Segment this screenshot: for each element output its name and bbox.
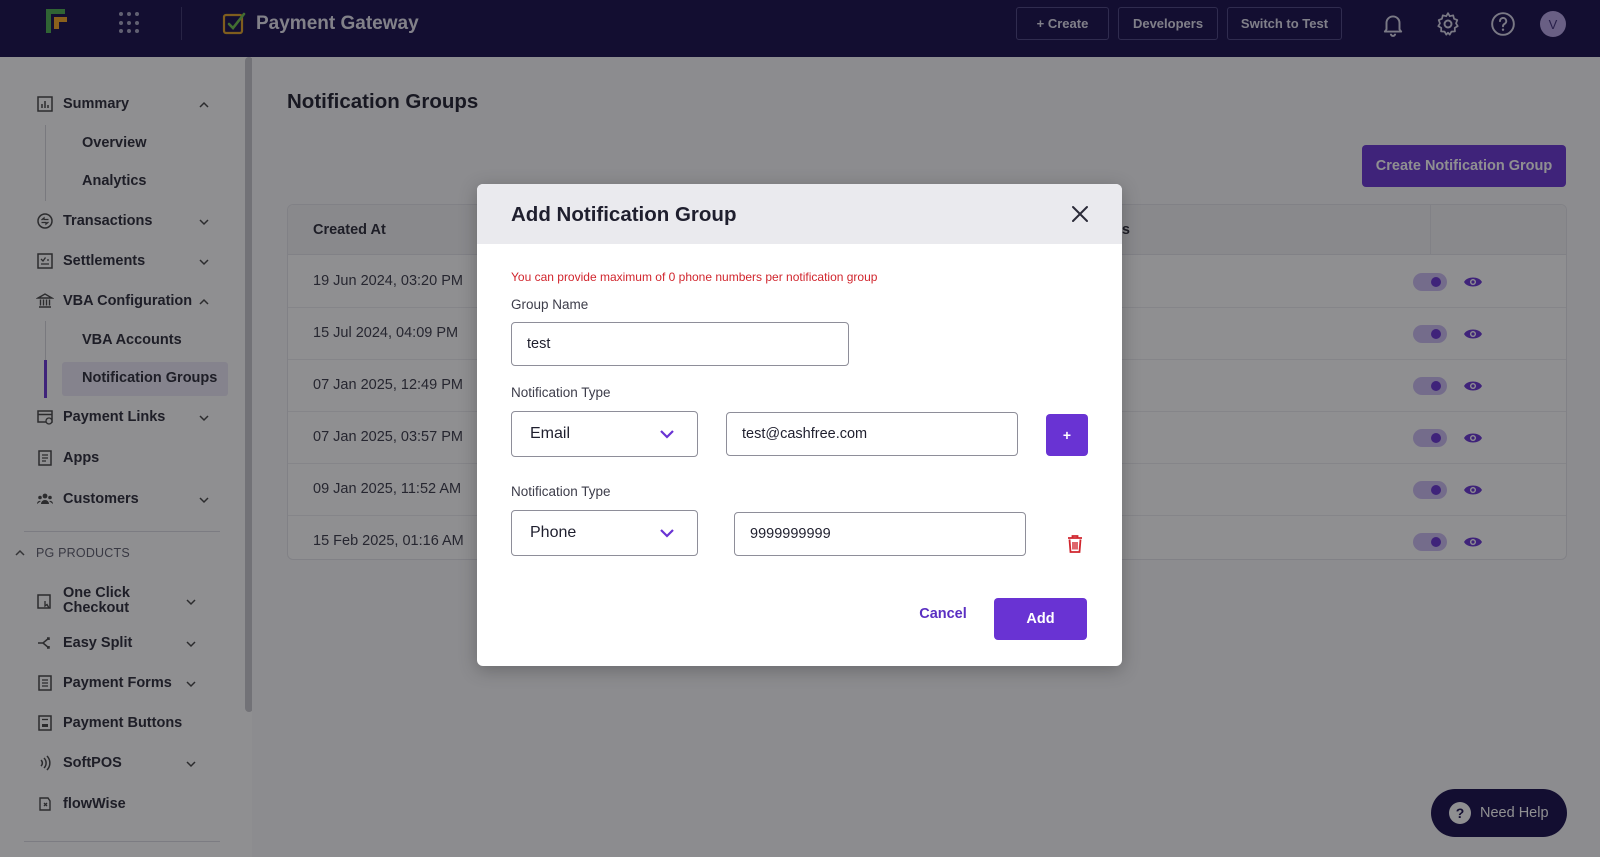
add-button[interactable]: Add xyxy=(994,598,1087,640)
group-name-input[interactable] xyxy=(511,322,849,366)
select-value: Email xyxy=(530,425,571,442)
add-row-button[interactable]: + xyxy=(1046,414,1088,456)
notification-type-label: Notification Type xyxy=(511,484,611,499)
chevron-down-icon xyxy=(660,430,674,439)
email-input[interactable] xyxy=(726,412,1018,456)
dialog-title: Add Notification Group xyxy=(511,203,737,226)
close-button[interactable] xyxy=(1067,201,1093,227)
trash-icon[interactable] xyxy=(1066,533,1084,554)
close-icon xyxy=(1072,206,1088,222)
chevron-down-icon xyxy=(660,529,674,538)
notification-type-select-email[interactable]: Email xyxy=(511,411,698,457)
group-name-label: Group Name xyxy=(511,297,589,312)
select-value: Phone xyxy=(530,524,577,541)
dialog-header: Add Notification Group xyxy=(477,184,1122,244)
notification-type-select-phone[interactable]: Phone xyxy=(511,510,698,556)
notification-type-label: Notification Type xyxy=(511,385,611,400)
phone-input[interactable] xyxy=(734,512,1026,556)
add-notification-group-dialog: Add Notification Group You can provide m… xyxy=(477,184,1122,666)
cancel-button[interactable]: Cancel xyxy=(898,596,988,632)
limit-warning: You can provide maximum of 0 phone numbe… xyxy=(511,270,878,284)
